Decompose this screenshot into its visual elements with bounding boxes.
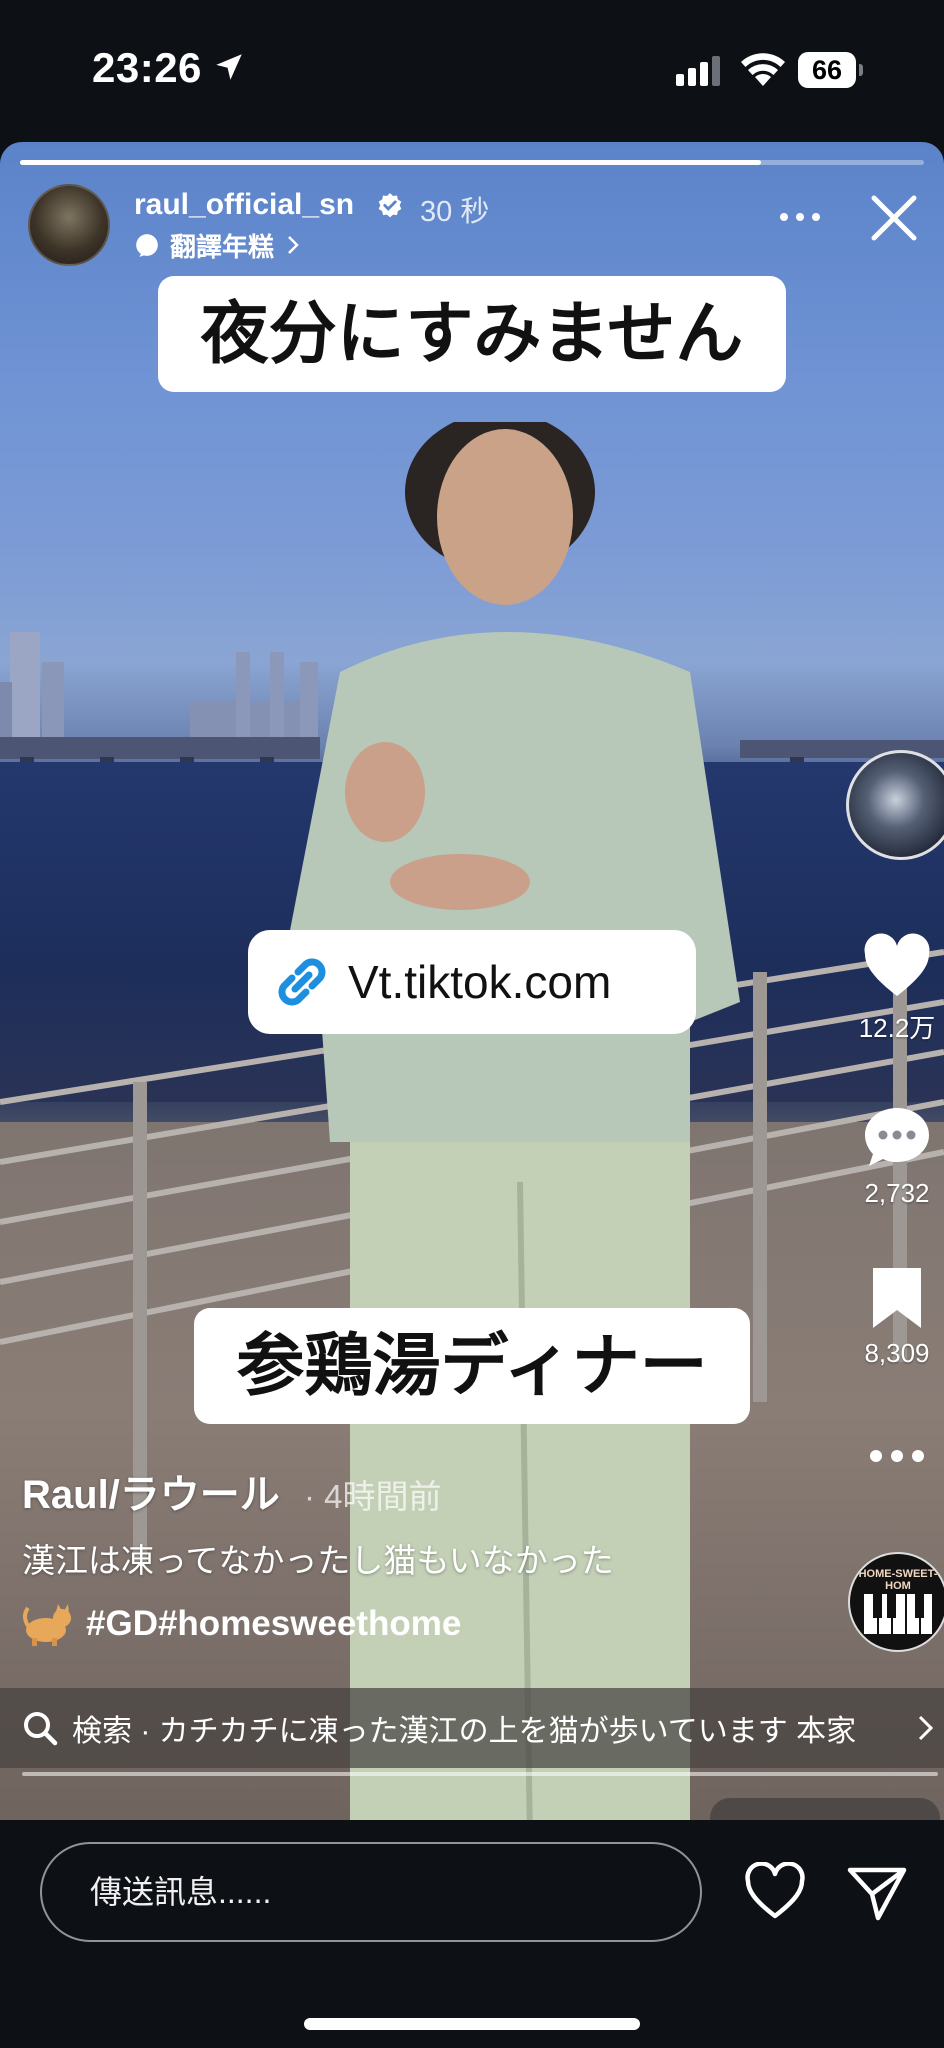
like-action[interactable]: 12.2万 <box>842 932 944 1045</box>
status-bar: 23:26 66 <box>0 0 944 140</box>
battery-tip <box>859 64 863 76</box>
share-more-icon[interactable] <box>868 1444 926 1468</box>
posted-time: · 4時間前 <box>304 1478 442 1515</box>
link-text: Vt.tiktok.com <box>348 956 612 1008</box>
username[interactable]: raul_official_sn <box>134 188 354 222</box>
chevron-right-icon <box>288 236 299 254</box>
comment-count: 2,732 <box>864 1178 930 1208</box>
audio-attribution[interactable]: 翻譯年糕 <box>134 228 302 262</box>
music-disc-label: HOME-SWEET-HOM <box>858 1568 938 1592</box>
story-progress-fill <box>20 160 762 165</box>
search-icon <box>24 1712 58 1746</box>
video-progress-bar <box>22 1772 938 1776</box>
link-sticker[interactable]: Vt.tiktok.com <box>248 930 696 1034</box>
heart-icon[interactable] <box>744 1862 806 1922</box>
hashtag-row: #GD#homesweethome <box>22 1602 461 1646</box>
hashtags[interactable]: #GD#homesweethome <box>86 1604 461 1644</box>
link-icon <box>278 958 326 1006</box>
close-icon[interactable] <box>866 190 922 246</box>
battery-level: 66 <box>798 52 856 88</box>
cat-emoji-icon <box>23 1604 71 1646</box>
location-arrow-icon <box>216 54 242 80</box>
wifi-icon <box>741 53 785 86</box>
more-icon[interactable] <box>778 204 822 230</box>
send-icon[interactable] <box>846 1864 908 1922</box>
piano-keys-icon <box>864 1594 932 1634</box>
chevron-right-icon <box>918 1715 934 1741</box>
caption-sticker-top: 夜分にすみません <box>158 276 786 392</box>
reply-bar <box>0 1820 944 2048</box>
caption-sticker-bottom: 参鶏湯ディナー <box>194 1308 750 1424</box>
like-count: 12.2万 <box>858 1013 936 1043</box>
battery-indicator: 66 <box>798 52 864 88</box>
status-time: 23:26 <box>92 44 202 91</box>
related-search-bar[interactable]: 検索 · カチカチに凍った漢江の上を猫が歩いています 本家 <box>0 1688 944 1768</box>
cellular-signal-icon <box>676 56 720 86</box>
comment-action[interactable]: 2,732 <box>842 1102 944 1209</box>
bookmark-action[interactable]: 8,309 <box>842 1262 944 1369</box>
story-viewer[interactable]: raul_official_sn 30 秒 翻譯年糕 夜分にすみません Vt.t… <box>0 142 944 1820</box>
heart-icon <box>864 933 930 996</box>
next-item-pill <box>710 1798 940 1820</box>
verified-badge-icon <box>378 193 402 218</box>
bookmark-icon <box>873 1268 921 1328</box>
video-description: 漢江は凍ってなかったし猫もいなかった <box>22 1542 614 1579</box>
author-name[interactable]: Raul/ラウール <box>22 1462 280 1520</box>
message-input[interactable] <box>40 1842 702 1942</box>
home-indicator <box>304 2018 640 2030</box>
story-time-ago: 30 秒 <box>420 196 490 228</box>
related-search-text: 検索 · カチカチに凍った漢江の上を猫が歩いています 本家 <box>72 1715 857 1748</box>
comment-icon <box>865 1108 929 1166</box>
audio-icon <box>136 234 158 257</box>
bookmark-count: 8,309 <box>864 1338 930 1368</box>
audio-label: 翻譯年糕 <box>170 231 275 262</box>
story-progress-bar <box>20 160 924 165</box>
avatar[interactable] <box>28 184 110 266</box>
music-disc[interactable]: HOME-SWEET-HOM <box>848 1552 944 1652</box>
